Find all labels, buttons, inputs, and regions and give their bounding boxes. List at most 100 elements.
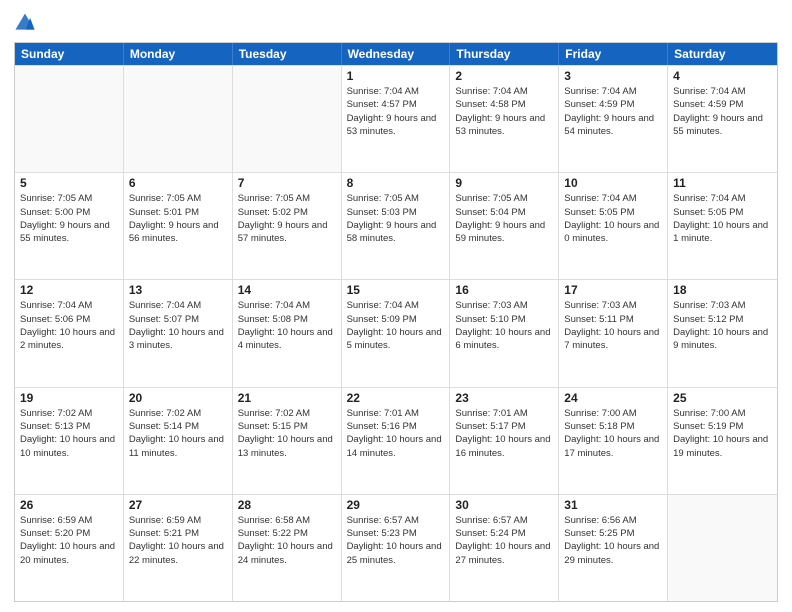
- day-number: 10: [564, 176, 662, 190]
- day-cell-11: 11 Sunrise: 7:04 AMSunset: 5:05 PMDayligh…: [668, 173, 777, 279]
- day-info: Sunrise: 7:04 AMSunset: 5:06 PMDaylight:…: [20, 299, 118, 352]
- day-number: 31: [564, 498, 662, 512]
- day-cell-21: 21 Sunrise: 7:02 AMSunset: 5:15 PMDayligh…: [233, 388, 342, 494]
- logo-icon: [14, 12, 36, 34]
- day-number: 6: [129, 176, 227, 190]
- calendar-week-2: 5 Sunrise: 7:05 AMSunset: 5:00 PMDaylight…: [15, 172, 777, 279]
- day-cell-2: 2Sunrise: 7:04 AMSunset: 4:58 PMDaylight…: [450, 66, 559, 172]
- day-cell-12: 12 Sunrise: 7:04 AMSunset: 5:06 PMDayligh…: [15, 280, 124, 386]
- day-cell-20: 20 Sunrise: 7:02 AMSunset: 5:14 PMDayligh…: [124, 388, 233, 494]
- day-number: 4: [673, 69, 772, 83]
- day-number: 25: [673, 391, 772, 405]
- day-cell-18: 18 Sunrise: 7:03 AMSunset: 5:12 PMDayligh…: [668, 280, 777, 386]
- day-cell-24: 24Sunrise: 7:00 AMSunset: 5:18 PMDayligh…: [559, 388, 668, 494]
- day-header-saturday: Saturday: [668, 43, 777, 65]
- day-number: 18: [673, 283, 772, 297]
- day-info: Sunrise: 7:02 AMSunset: 5:14 PMDaylight:…: [129, 407, 227, 460]
- day-number: 19: [20, 391, 118, 405]
- day-info: Sunrise: 7:01 AMSunset: 5:17 PMDaylight:…: [455, 407, 553, 460]
- day-info: Sunrise: 7:05 AMSunset: 5:00 PMDaylight:…: [20, 192, 118, 245]
- day-cell-5: 5 Sunrise: 7:05 AMSunset: 5:00 PMDaylight…: [15, 173, 124, 279]
- day-info: Sunrise: 6:59 AMSunset: 5:21 PMDaylight:…: [129, 514, 227, 567]
- calendar-header-row: SundayMondayTuesdayWednesdayThursdayFrid…: [15, 43, 777, 65]
- day-info: Sunrise: 7:04 AMSunset: 4:59 PMDaylight:…: [673, 85, 772, 138]
- day-info: Sunrise: 7:00 AMSunset: 5:19 PMDaylight:…: [673, 407, 772, 460]
- day-number: 3: [564, 69, 662, 83]
- day-number: 7: [238, 176, 336, 190]
- day-cell-1: 1 Sunrise: 7:04 AMSunset: 4:57 PMDaylight…: [342, 66, 451, 172]
- day-info: Sunrise: 7:05 AMSunset: 5:02 PMDaylight:…: [238, 192, 336, 245]
- day-number: 9: [455, 176, 553, 190]
- day-number: 21: [238, 391, 336, 405]
- day-info: Sunrise: 7:04 AMSunset: 4:57 PMDaylight:…: [347, 85, 445, 138]
- day-header-thursday: Thursday: [450, 43, 559, 65]
- day-number: 29: [347, 498, 445, 512]
- day-cell-10: 10 Sunrise: 7:04 AMSunset: 5:05 PMDayligh…: [559, 173, 668, 279]
- day-info: Sunrise: 7:04 AMSunset: 5:09 PMDaylight:…: [347, 299, 445, 352]
- day-info: Sunrise: 7:03 AMSunset: 5:11 PMDaylight:…: [564, 299, 662, 352]
- day-header-sunday: Sunday: [15, 43, 124, 65]
- day-info: Sunrise: 7:02 AMSunset: 5:13 PMDaylight:…: [20, 407, 118, 460]
- day-cell-8: 8 Sunrise: 7:05 AMSunset: 5:03 PMDaylight…: [342, 173, 451, 279]
- day-cell-16: 16 Sunrise: 7:03 AMSunset: 5:10 PMDayligh…: [450, 280, 559, 386]
- day-cell-19: 19 Sunrise: 7:02 AMSunset: 5:13 PMDayligh…: [15, 388, 124, 494]
- day-number: 22: [347, 391, 445, 405]
- day-header-tuesday: Tuesday: [233, 43, 342, 65]
- day-info: Sunrise: 7:05 AMSunset: 5:04 PMDaylight:…: [455, 192, 553, 245]
- day-info: Sunrise: 7:04 AMSunset: 5:05 PMDaylight:…: [673, 192, 772, 245]
- day-info: Sunrise: 7:05 AMSunset: 5:01 PMDaylight:…: [129, 192, 227, 245]
- day-number: 15: [347, 283, 445, 297]
- day-cell-22: 22 Sunrise: 7:01 AMSunset: 5:16 PMDayligh…: [342, 388, 451, 494]
- day-info: Sunrise: 6:57 AMSunset: 5:24 PMDaylight:…: [455, 514, 553, 567]
- day-number: 13: [129, 283, 227, 297]
- day-cell-17: 17 Sunrise: 7:03 AMSunset: 5:11 PMDayligh…: [559, 280, 668, 386]
- day-info: Sunrise: 7:04 AMSunset: 5:08 PMDaylight:…: [238, 299, 336, 352]
- day-number: 28: [238, 498, 336, 512]
- day-number: 24: [564, 391, 662, 405]
- calendar-body: 1 Sunrise: 7:04 AMSunset: 4:57 PMDaylight…: [15, 65, 777, 601]
- day-number: 27: [129, 498, 227, 512]
- day-cell-28: 28 Sunrise: 6:58 AMSunset: 5:22 PMDayligh…: [233, 495, 342, 601]
- day-cell-3: 3 Sunrise: 7:04 AMSunset: 4:59 PMDaylight…: [559, 66, 668, 172]
- day-info: Sunrise: 7:03 AMSunset: 5:10 PMDaylight:…: [455, 299, 553, 352]
- calendar-week-3: 12 Sunrise: 7:04 AMSunset: 5:06 PMDayligh…: [15, 279, 777, 386]
- day-number: 20: [129, 391, 227, 405]
- day-number: 14: [238, 283, 336, 297]
- day-info: Sunrise: 6:57 AMSunset: 5:23 PMDaylight:…: [347, 514, 445, 567]
- day-cell-14: 14 Sunrise: 7:04 AMSunset: 5:08 PMDayligh…: [233, 280, 342, 386]
- day-info: Sunrise: 7:05 AMSunset: 5:03 PMDaylight:…: [347, 192, 445, 245]
- empty-cell: [233, 66, 342, 172]
- day-number: 5: [20, 176, 118, 190]
- day-cell-25: 25 Sunrise: 7:00 AMSunset: 5:19 PMDayligh…: [668, 388, 777, 494]
- day-info: Sunrise: 7:02 AMSunset: 5:15 PMDaylight:…: [238, 407, 336, 460]
- day-cell-26: 26Sunrise: 6:59 AMSunset: 5:20 PMDayligh…: [15, 495, 124, 601]
- calendar-week-5: 26Sunrise: 6:59 AMSunset: 5:20 PMDayligh…: [15, 494, 777, 601]
- empty-cell: [124, 66, 233, 172]
- day-number: 23: [455, 391, 553, 405]
- day-cell-13: 13Sunrise: 7:04 AMSunset: 5:07 PMDayligh…: [124, 280, 233, 386]
- day-number: 30: [455, 498, 553, 512]
- day-header-wednesday: Wednesday: [342, 43, 451, 65]
- day-number: 17: [564, 283, 662, 297]
- day-info: Sunrise: 7:03 AMSunset: 5:12 PMDaylight:…: [673, 299, 772, 352]
- day-info: Sunrise: 6:58 AMSunset: 5:22 PMDaylight:…: [238, 514, 336, 567]
- day-info: Sunrise: 7:04 AMSunset: 5:05 PMDaylight:…: [564, 192, 662, 245]
- page: SundayMondayTuesdayWednesdayThursdayFrid…: [0, 0, 792, 612]
- day-number: 1: [347, 69, 445, 83]
- day-cell-27: 27 Sunrise: 6:59 AMSunset: 5:21 PMDayligh…: [124, 495, 233, 601]
- day-cell-23: 23 Sunrise: 7:01 AMSunset: 5:17 PMDayligh…: [450, 388, 559, 494]
- day-cell-6: 6 Sunrise: 7:05 AMSunset: 5:01 PMDaylight…: [124, 173, 233, 279]
- day-number: 16: [455, 283, 553, 297]
- day-header-friday: Friday: [559, 43, 668, 65]
- calendar-week-1: 1 Sunrise: 7:04 AMSunset: 4:57 PMDaylight…: [15, 65, 777, 172]
- day-number: 8: [347, 176, 445, 190]
- day-info: Sunrise: 7:04 AMSunset: 4:59 PMDaylight:…: [564, 85, 662, 138]
- empty-cell: [15, 66, 124, 172]
- day-cell-30: 30 Sunrise: 6:57 AMSunset: 5:24 PMDayligh…: [450, 495, 559, 601]
- day-number: 12: [20, 283, 118, 297]
- day-cell-31: 31Sunrise: 6:56 AMSunset: 5:25 PMDayligh…: [559, 495, 668, 601]
- day-number: 11: [673, 176, 772, 190]
- day-info: Sunrise: 7:01 AMSunset: 5:16 PMDaylight:…: [347, 407, 445, 460]
- day-cell-15: 15 Sunrise: 7:04 AMSunset: 5:09 PMDayligh…: [342, 280, 451, 386]
- empty-cell: [668, 495, 777, 601]
